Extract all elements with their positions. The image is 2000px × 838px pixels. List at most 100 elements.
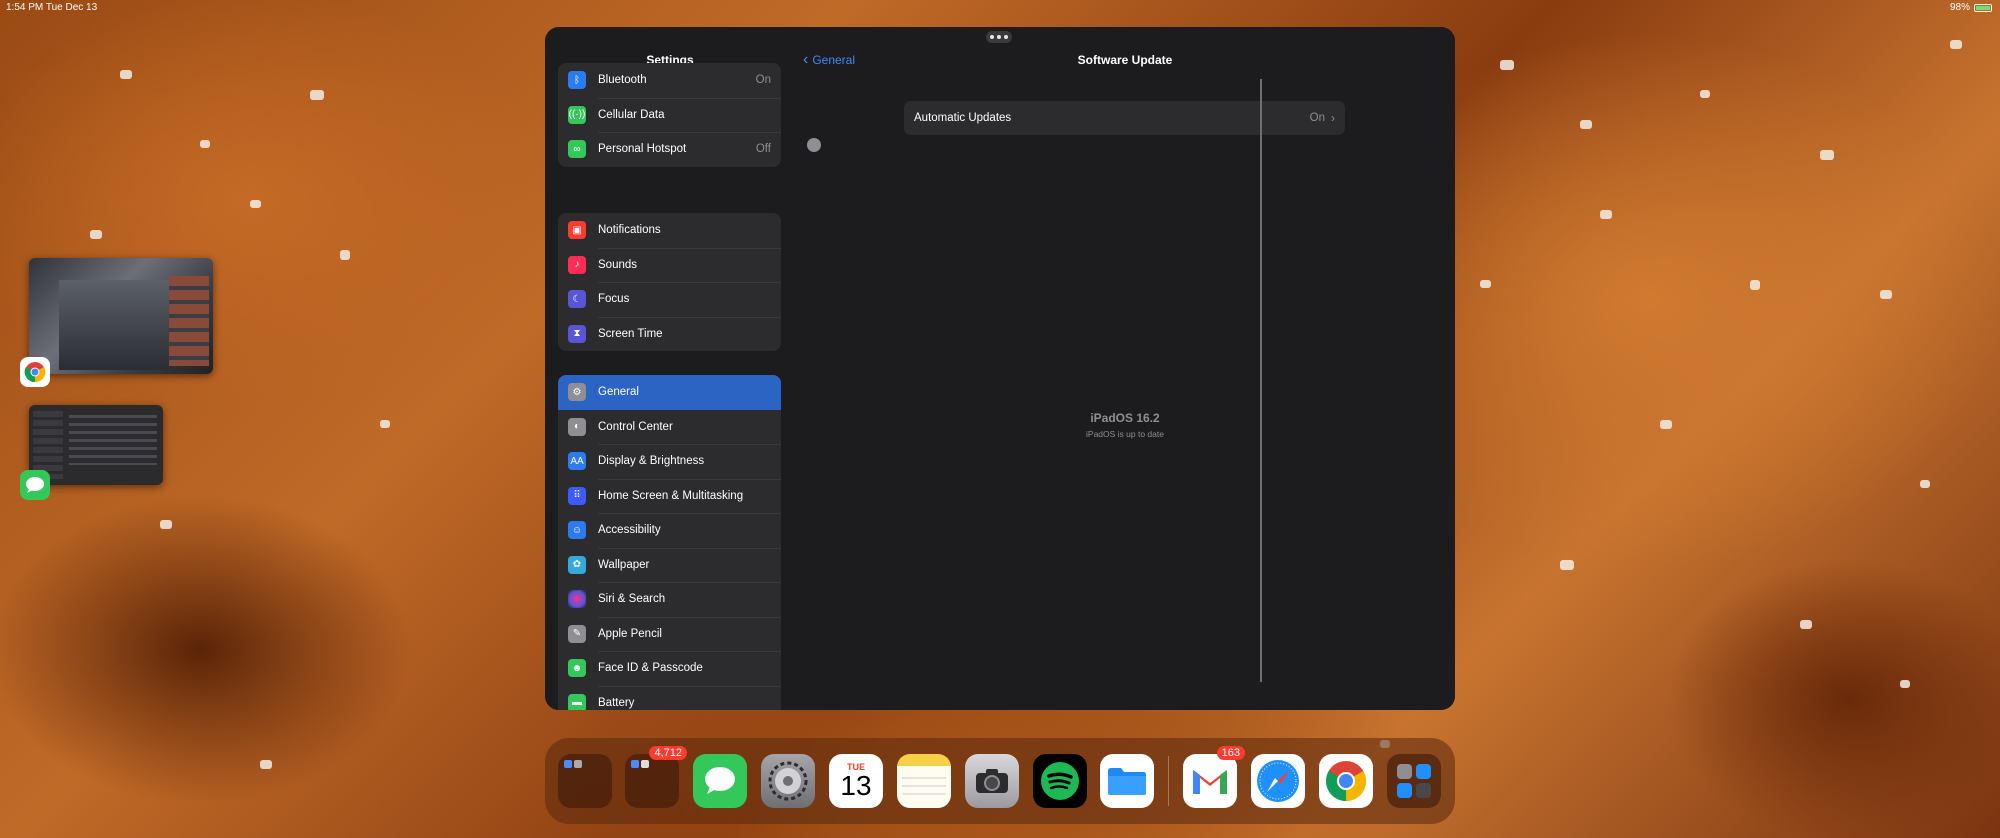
files-app-icon[interactable] [1100, 754, 1154, 808]
sidebar-item-display-brightness[interactable]: AA Display & Brightness [558, 444, 781, 479]
notification-badge: 163 [1216, 746, 1245, 760]
calendar-date: 13 [840, 770, 872, 801]
hotspot-icon: ∞ [568, 140, 586, 159]
sidebar-item-accessibility[interactable]: ☺ Accessibility [558, 513, 781, 548]
dock-folder-2[interactable]: 4,712 [625, 746, 687, 808]
slide-over-app-messages[interactable] [29, 405, 163, 485]
sidebar-item-notifications[interactable]: ▣ Notifications [558, 213, 781, 248]
bluetooth-icon: ᛒ [568, 71, 586, 90]
sidebar-item-screen-time[interactable]: ⧗ Screen Time [558, 316, 781, 352]
multitasking-grabber[interactable] [986, 31, 1012, 43]
scroll-divider [1260, 79, 1262, 682]
spotify-app-icon[interactable] [1033, 754, 1087, 808]
sidebar-item-label: Control Center [598, 420, 673, 433]
settings-group-notifications: ▣ Notifications ♪ Sounds ☾ Focus ⧗ Scree… [558, 213, 781, 351]
control-center-icon: ◐ [568, 417, 586, 436]
settings-group-general: ⚙ General ◐ Control Center AA Display & … [558, 375, 781, 710]
battery-settings-icon: ▬ [568, 693, 586, 710]
pencil-icon: ✎ [568, 624, 586, 643]
software-update-pane: ‹ General Software Update Automatic Upda… [795, 27, 1455, 710]
app-library-icon[interactable] [1387, 754, 1441, 808]
date: Tue Dec 13 [45, 2, 98, 13]
settings-sidebar: Settings ᛒ Bluetooth On ((·)) Cellular D… [545, 27, 795, 710]
slide-over-app-chrome[interactable] [29, 258, 213, 374]
sidebar-item-label: Personal Hotspot [598, 143, 687, 156]
automatic-updates-row[interactable]: Automatic Updates On › [904, 101, 1345, 135]
general-icon: ⚙ [568, 383, 586, 402]
sidebar-item-wallpaper[interactable]: ✿ Wallpaper [558, 547, 781, 583]
sidebar-item-siri-search[interactable]: Siri & Search [558, 582, 781, 617]
safari-app-icon[interactable] [1251, 754, 1305, 808]
sidebar-item-label: Focus [598, 293, 630, 306]
sidebar-item-bluetooth[interactable]: ᛒ Bluetooth On [558, 63, 781, 98]
sidebar-item-value: On [755, 74, 771, 87]
cellular-icon: ((·)) [568, 105, 586, 124]
clock: 1:54 PM [6, 2, 44, 13]
messages-icon[interactable] [20, 470, 50, 500]
video-thumbnail [59, 280, 169, 370]
touch-indicator [807, 138, 821, 152]
sidebar-item-label: Cellular Data [598, 108, 665, 121]
page-title: Software Update [1077, 53, 1173, 67]
sidebar-item-label: Bluetooth [598, 74, 647, 87]
sidebar-item-control-center[interactable]: ◐ Control Center [558, 410, 781, 445]
sidebar-item-apple-pencil[interactable]: ✎ Apple Pencil [558, 616, 781, 652]
version-title: iPadOS 16.2 [1090, 411, 1160, 425]
dock-folder-1[interactable] [558, 754, 612, 808]
settings-app-icon[interactable] [761, 754, 815, 808]
chrome-app-icon[interactable] [1319, 754, 1373, 808]
wallpaper-icon: ✿ [568, 555, 586, 574]
gmail-app-icon[interactable]: 163 [1183, 746, 1245, 808]
chevron-right-icon: › [1331, 111, 1335, 125]
sidebar-item-personal-hotspot[interactable]: ∞ Personal Hotspot Off [558, 132, 781, 167]
accessibility-icon: ☺ [568, 521, 586, 540]
conversation-thread [69, 415, 157, 465]
chrome-icon[interactable] [20, 357, 50, 387]
thumbnail-list [169, 276, 209, 366]
automatic-updates-label: Automatic Updates [914, 112, 1012, 124]
screen-time-icon: ⧗ [568, 324, 586, 343]
automatic-updates-value: On [1309, 112, 1325, 124]
version-subtitle: iPadOS is up to date [1086, 429, 1164, 439]
battery-icon [1974, 3, 1992, 12]
notes-app-icon[interactable] [897, 754, 951, 808]
sidebar-item-value: Off [755, 143, 771, 156]
sidebar-item-cellular-data[interactable]: ((·)) Cellular Data [558, 97, 781, 133]
sidebar-item-label: Home Screen & Multitasking [598, 489, 744, 502]
notifications-icon: ▣ [568, 221, 586, 240]
battery-percent: 98% [1949, 2, 1970, 13]
display-icon: AA [568, 452, 586, 471]
home-screen-icon: ⠿ [568, 486, 586, 505]
sidebar-item-label: Screen Time [598, 327, 663, 340]
status-bar-time: 1:54 PM Tue Dec 13 [6, 2, 97, 13]
sidebar-item-home-screen[interactable]: ⠿ Home Screen & Multitasking [558, 478, 781, 514]
dock-separator [1168, 756, 1169, 806]
sidebar-item-face-id[interactable]: ☻ Face ID & Passcode [558, 651, 781, 686]
sidebar-item-sounds[interactable]: ♪ Sounds [558, 247, 781, 283]
sidebar-item-label: Wallpaper [598, 558, 650, 571]
sidebar-item-general[interactable]: ⚙ General [558, 375, 781, 410]
settings-window: Settings ᛒ Bluetooth On ((·)) Cellular D… [545, 27, 1455, 710]
settings-group-connectivity: ᛒ Bluetooth On ((·)) Cellular Data ∞ Per… [558, 63, 781, 167]
sidebar-item-label: General [598, 386, 639, 399]
sounds-icon: ♪ [568, 255, 586, 274]
calendar-app-icon[interactable]: TUE 13 [829, 754, 883, 808]
siri-icon [568, 590, 586, 609]
sidebar-item-focus[interactable]: ☾ Focus [558, 282, 781, 317]
face-id-icon: ☻ [568, 659, 586, 678]
sidebar-item-label: Notifications [598, 224, 661, 237]
sidebar-item-label: Sounds [598, 258, 638, 271]
sidebar-item-label: Face ID & Passcode [598, 662, 703, 675]
messages-app-icon[interactable] [693, 754, 747, 808]
sidebar-item-label: Apple Pencil [598, 627, 662, 640]
sidebar-item-label: Display & Brightness [598, 455, 705, 468]
conversation-list [33, 411, 63, 479]
sidebar-item-label: Battery [598, 696, 635, 709]
status-bar-right: 98% [1950, 2, 1992, 13]
sidebar-item-label: Accessibility [598, 524, 661, 537]
version-info: iPadOS 16.2 iPadOS is up to date [795, 411, 1455, 439]
focus-icon: ☾ [568, 290, 586, 309]
sidebar-item-battery[interactable]: ▬ Battery [558, 685, 781, 710]
notification-badge: 4,712 [649, 746, 687, 760]
camera-app-icon[interactable] [965, 754, 1019, 808]
